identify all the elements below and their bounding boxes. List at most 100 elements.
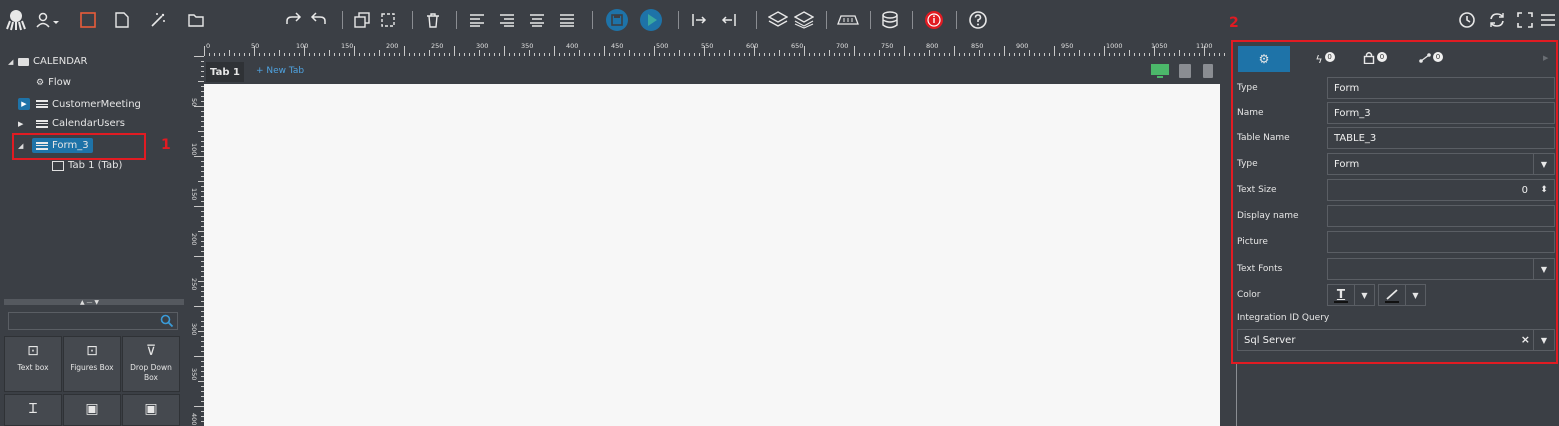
ruler-tick-label: 900 bbox=[1016, 42, 1029, 50]
octopus-logo-icon[interactable] bbox=[4, 8, 28, 32]
tree-item-label: CustomerMeeting bbox=[52, 98, 141, 110]
component-figures-box[interactable]: ⊡ Figures Box bbox=[63, 336, 121, 392]
save-icon[interactable] bbox=[604, 8, 630, 32]
component-search-input[interactable] bbox=[8, 312, 178, 330]
fullscreen-icon[interactable] bbox=[1514, 8, 1536, 32]
trash-icon[interactable] bbox=[422, 8, 444, 32]
ruler-tick-label: 150 bbox=[341, 42, 354, 50]
figures-box-icon: ⊡ bbox=[86, 343, 98, 359]
dropdown-box-icon: ⊽ bbox=[145, 343, 157, 359]
component-text-cursor[interactable]: Ɪ bbox=[4, 394, 62, 426]
layers-icon[interactable] bbox=[766, 8, 790, 32]
tablet-view-icon[interactable] bbox=[1178, 63, 1192, 83]
text-box-icon: ⊡ bbox=[27, 343, 39, 359]
ruler-tick-label: 650 bbox=[791, 42, 804, 50]
database-icon[interactable] bbox=[878, 8, 902, 32]
splitter-grip-icon: ▲ — ▼ bbox=[80, 299, 100, 306]
horizontal-ruler: 0 50 100 150 200 250 300 350 400 450 500 550 600 650 7… bbox=[204, 42, 1228, 56]
ruler-tick-label: 950 bbox=[1061, 42, 1074, 50]
tree-item-customermeeting[interactable]: ▶ CustomerMeeting bbox=[18, 98, 141, 110]
ruler-tick-label: 0 bbox=[206, 42, 211, 50]
component-label: Text box bbox=[17, 363, 49, 372]
tree-item-tab1[interactable]: Tab 1 (Tab) bbox=[52, 160, 122, 171]
main-toolbar bbox=[0, 0, 1559, 40]
new-tab-button[interactable]: + New Tab bbox=[256, 66, 304, 76]
ruler-tick-label: 1000 bbox=[1106, 42, 1123, 50]
tab-1[interactable]: Tab 1 bbox=[206, 62, 244, 82]
mobile-view-icon[interactable] bbox=[1202, 63, 1214, 83]
tree-item-calendarusers[interactable]: ▶ CalendarUsers bbox=[18, 118, 125, 129]
ruler-tick-label: 400 bbox=[566, 42, 579, 50]
ruler-tick-label: 1100 bbox=[1196, 42, 1213, 50]
play-icon[interactable] bbox=[638, 8, 664, 32]
indent-out-icon[interactable] bbox=[718, 8, 740, 32]
info-icon[interactable] bbox=[922, 8, 946, 32]
copy-icon[interactable] bbox=[352, 8, 374, 32]
ruler-tick-label: 350 bbox=[521, 42, 534, 50]
square-icon[interactable] bbox=[78, 8, 98, 32]
expand-triangle-icon[interactable]: ▶ bbox=[18, 120, 36, 128]
align-justify-icon[interactable] bbox=[556, 8, 578, 32]
tab-icon bbox=[52, 160, 64, 171]
new-page-icon[interactable] bbox=[112, 8, 132, 32]
align-left-icon[interactable] bbox=[466, 8, 488, 32]
component-date[interactable]: ▣ bbox=[63, 394, 121, 426]
ruler-tick-label: 50 bbox=[251, 42, 260, 50]
annotation-box-2 bbox=[1231, 40, 1558, 364]
history-icon[interactable] bbox=[1456, 8, 1478, 32]
align-center-icon[interactable] bbox=[526, 8, 548, 32]
redo-icon[interactable] bbox=[282, 8, 304, 32]
ruler-tick-label: 400 bbox=[190, 413, 198, 426]
help-icon[interactable] bbox=[966, 8, 990, 32]
component-label: Drop Down Box bbox=[130, 363, 172, 382]
table-icon bbox=[36, 119, 48, 128]
calendar-icon: ▣ bbox=[85, 401, 99, 417]
tree-root-label: CALENDAR bbox=[33, 56, 88, 67]
align-right-icon[interactable] bbox=[496, 8, 518, 32]
component-label: Figures Box bbox=[70, 363, 114, 372]
ruler-tick-label: 50 bbox=[190, 98, 198, 107]
indent-in-icon[interactable] bbox=[688, 8, 710, 32]
ruler-tick-label: 300 bbox=[476, 42, 489, 50]
annotation-box-1 bbox=[12, 133, 146, 160]
search-icon[interactable] bbox=[160, 313, 174, 332]
magic-wand-icon[interactable] bbox=[148, 8, 168, 32]
undo-icon[interactable] bbox=[308, 8, 330, 32]
ruler-tick-label: 1050 bbox=[1151, 42, 1168, 50]
ruler-tick-label: 300 bbox=[190, 323, 198, 336]
play-triangle-icon[interactable]: ▶ bbox=[18, 98, 30, 110]
folder-icon bbox=[18, 57, 29, 66]
text-cursor-icon: Ɪ bbox=[29, 401, 37, 417]
desktop-view-icon[interactable] bbox=[1150, 62, 1170, 84]
gears-icon: ⚙ bbox=[36, 77, 45, 88]
calendar-add-icon: ▣ bbox=[144, 401, 158, 417]
ruler-tick-label: 700 bbox=[836, 42, 849, 50]
tree-item-label: CalendarUsers bbox=[52, 118, 125, 129]
ruler-icon[interactable] bbox=[834, 8, 862, 32]
collapse-triangle-icon[interactable]: ◢ bbox=[8, 58, 18, 66]
panel-divider bbox=[1236, 362, 1237, 426]
ruler-tick-label: 450 bbox=[611, 42, 624, 50]
component-date-add[interactable]: ▣ bbox=[122, 394, 180, 426]
folder-icon[interactable] bbox=[186, 8, 206, 32]
tree-item-label: Tab 1 (Tab) bbox=[68, 160, 123, 171]
layers-outline-icon[interactable] bbox=[792, 8, 816, 32]
table-icon bbox=[36, 100, 48, 108]
component-text-box[interactable]: ⊡ Text box bbox=[4, 336, 62, 392]
paste-icon[interactable] bbox=[378, 8, 400, 32]
tree-item-label: Flow bbox=[48, 77, 71, 88]
ruler-tick-label: 100 bbox=[190, 143, 198, 156]
refresh-icon[interactable] bbox=[1486, 8, 1508, 32]
annotation-label-1: 1 bbox=[161, 137, 171, 153]
ruler-tick-label: 200 bbox=[190, 233, 198, 246]
ruler-tick-label: 600 bbox=[746, 42, 759, 50]
tree-root-calendar[interactable]: ◢ CALENDAR bbox=[8, 56, 88, 67]
component-dropdown-box[interactable]: ⊽ Drop Down Box bbox=[122, 336, 180, 392]
user-menu-icon[interactable] bbox=[34, 8, 62, 32]
ruler-tick-label: 350 bbox=[190, 368, 198, 381]
ruler-tick-label: 550 bbox=[701, 42, 714, 50]
tree-item-flow[interactable]: ⚙ Flow bbox=[36, 77, 71, 88]
menu-icon[interactable] bbox=[1538, 8, 1558, 32]
ruler-tick-label: 100 bbox=[296, 42, 309, 50]
form-design-canvas[interactable] bbox=[204, 84, 1220, 426]
